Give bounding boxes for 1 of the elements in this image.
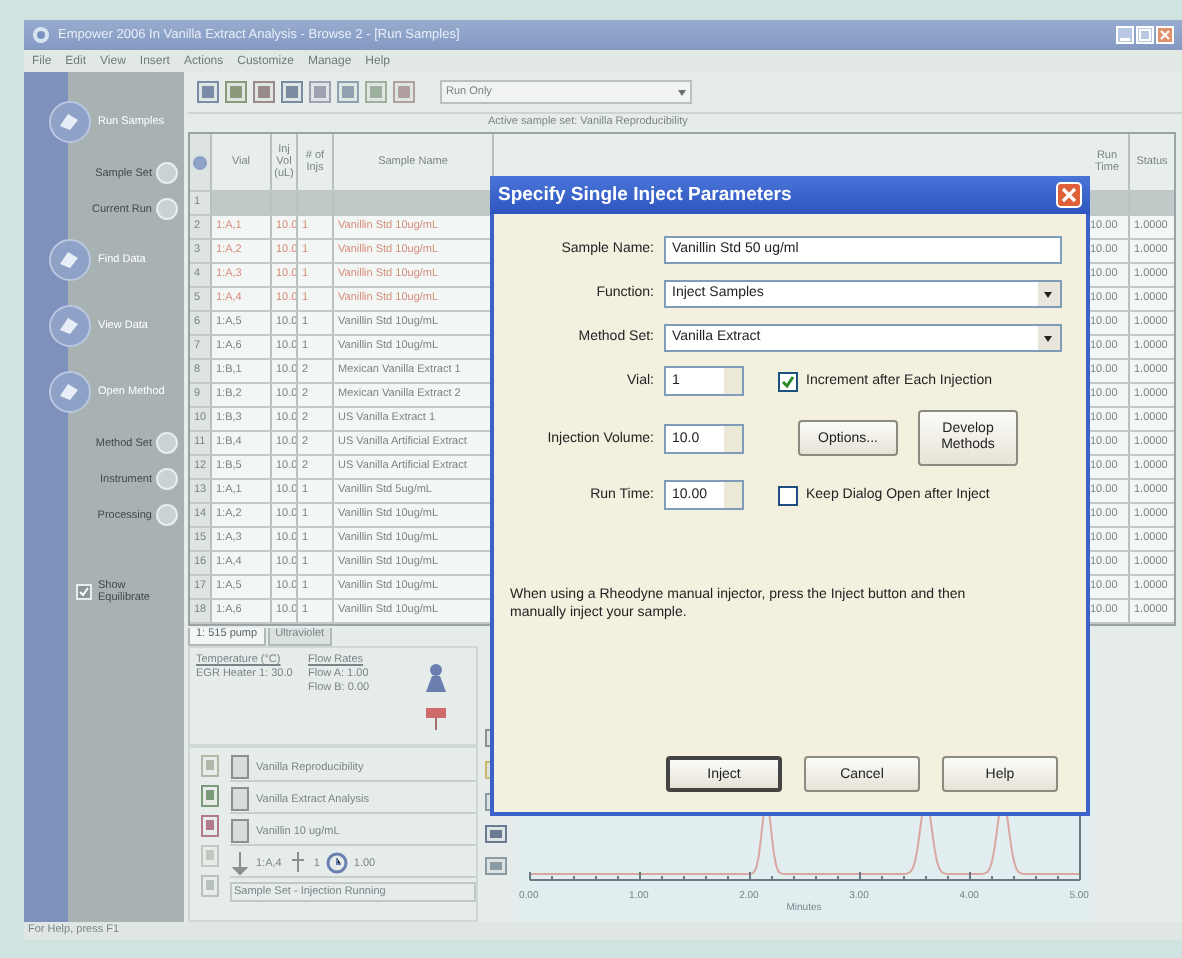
dialog-title: Specify Single Inject Parameters bbox=[498, 184, 792, 206]
